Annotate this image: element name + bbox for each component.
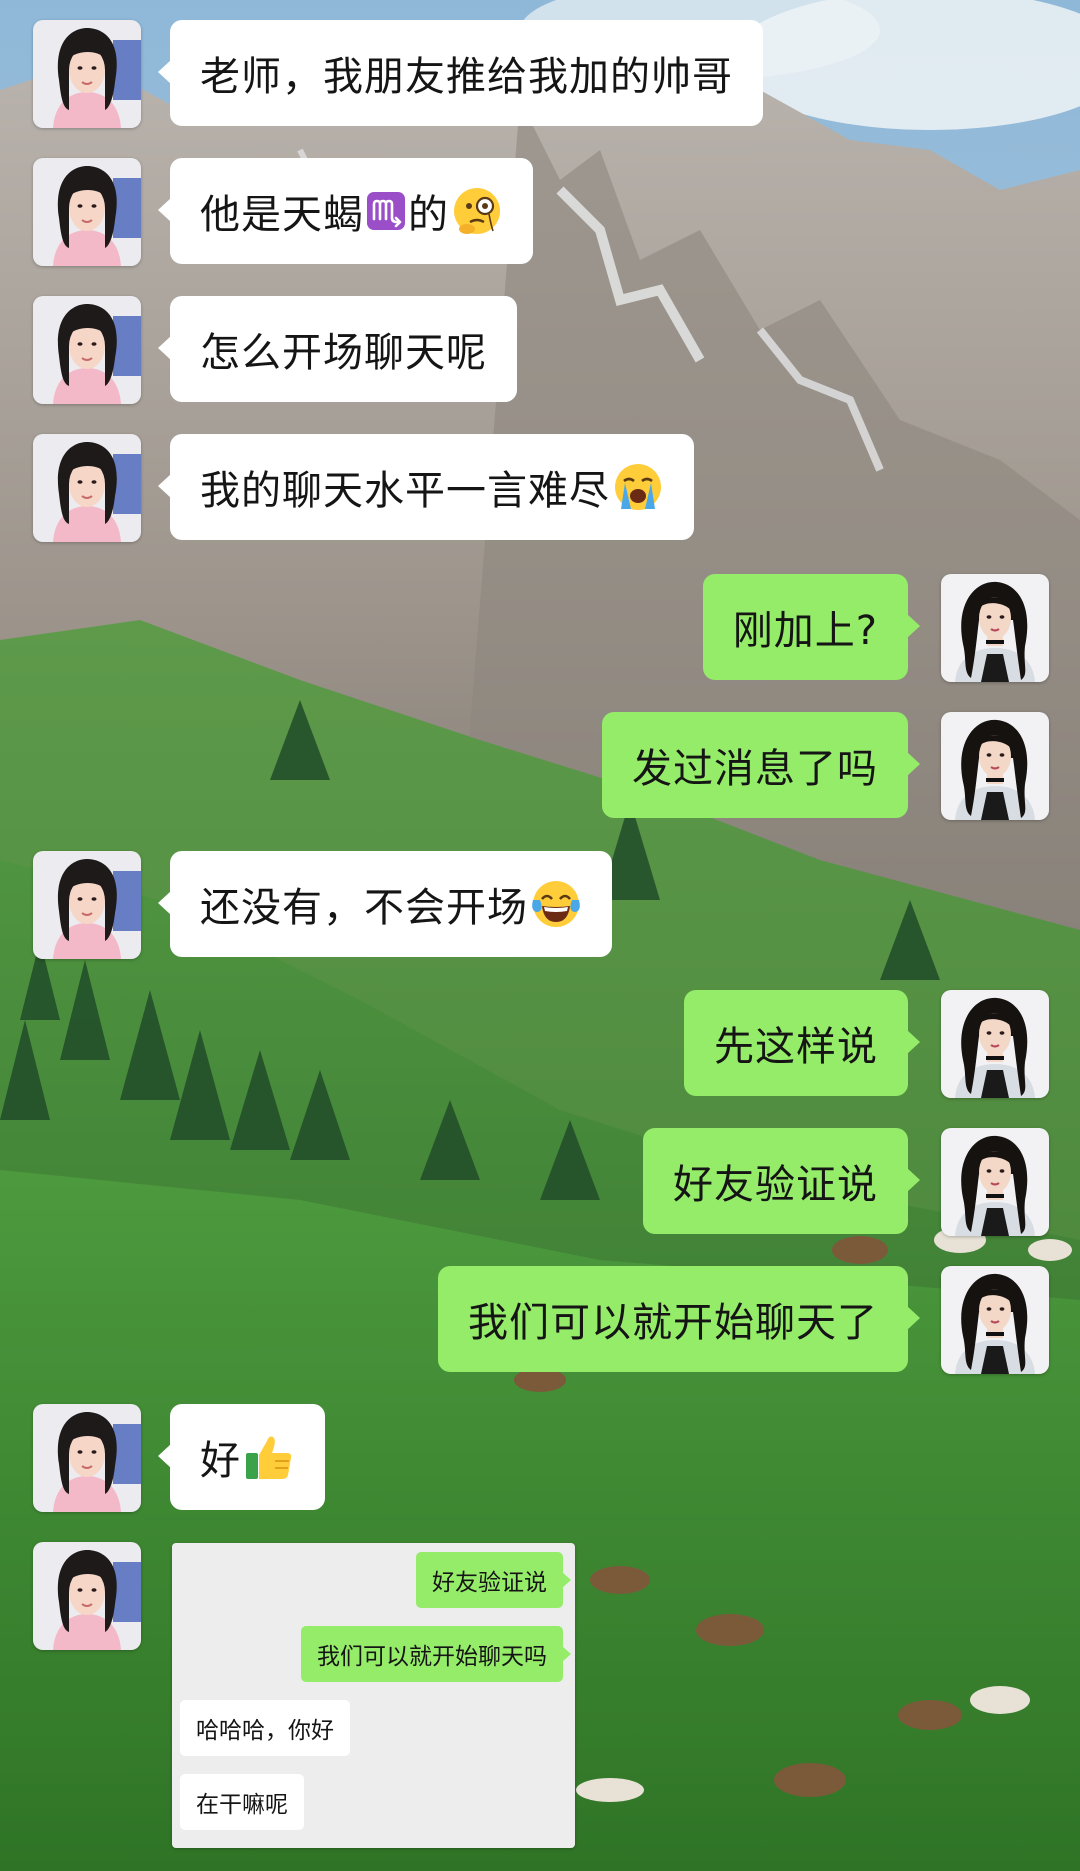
message-text: 好友验证说 (673, 1162, 878, 1208)
message-text: 我们可以就开始聊天了 (468, 1300, 878, 1346)
message-bubble[interactable]: 我的聊天水平一言难尽 (170, 434, 694, 540)
bubble-tail (907, 1306, 920, 1330)
screenshot-message-text: 我们可以就开始聊天吗 (317, 1644, 547, 1670)
avatar[interactable] (33, 158, 141, 266)
message-text: 刚加上? (732, 608, 878, 654)
scorpio-sign-icon (366, 191, 406, 231)
message-row: 先这样说 (0, 990, 1080, 1100)
message-text: 发过消息了吗 (632, 746, 878, 792)
message-row: 刚加上? (0, 574, 1080, 684)
message-row: 他是天蝎 的 (0, 158, 1080, 268)
avatar[interactable] (941, 1128, 1049, 1236)
message-bubble[interactable]: 怎么开场聊天呢 (170, 296, 517, 402)
screenshot-received-bubble: 哈哈哈，你好 (180, 1700, 350, 1756)
screenshot-sent-bubble: 我们可以就开始聊天吗 (301, 1626, 563, 1682)
message-row: 发过消息了吗 (0, 712, 1080, 822)
avatar[interactable] (33, 1404, 141, 1512)
avatar[interactable] (33, 851, 141, 959)
message-bubble[interactable]: 好 (170, 1404, 325, 1510)
message-bubble[interactable]: 好友验证说 (643, 1128, 908, 1234)
message-bubble[interactable]: 还没有，不会开场 (170, 851, 612, 957)
screenshot-received-bubble: 在干嘛呢 (180, 1774, 304, 1830)
message-row: 好友验证说 (0, 1128, 1080, 1238)
avatar[interactable] (941, 990, 1049, 1098)
thumbs-up-emoji (243, 1431, 295, 1483)
message-row: 老师，我朋友推给我加的帅哥 (0, 20, 1080, 130)
screenshot-sent-bubble: 好友验证说 (416, 1552, 563, 1608)
bubble-tail (907, 1030, 920, 1054)
message-text: 他是天蝎 (200, 192, 364, 238)
message-text: 我的聊天水平一言难尽 (200, 468, 610, 514)
message-text: 还没有，不会开场 (200, 885, 528, 931)
message-row: 好 (0, 1404, 1080, 1514)
monocle-face-emoji (451, 185, 503, 237)
message-text: 先这样说 (714, 1024, 878, 1070)
avatar[interactable] (941, 574, 1049, 682)
screenshot-message-text: 哈哈哈，你好 (196, 1718, 334, 1744)
message-bubble[interactable]: 发过消息了吗 (602, 712, 908, 818)
bubble-tail (907, 1168, 920, 1192)
message-row: 我们可以就开始聊天了 (0, 1266, 1080, 1376)
message-row: 我的聊天水平一言难尽 (0, 434, 1080, 544)
bubble-tail (907, 614, 920, 638)
message-text: 怎么开场聊天呢 (200, 330, 487, 376)
chat-screenshot-image[interactable]: 好友验证说 我们可以就开始聊天吗 哈哈哈，你好 在干嘛呢 (172, 1543, 575, 1848)
screenshot-message-text: 好友验证说 (432, 1570, 547, 1596)
bubble-tail (562, 1572, 571, 1588)
bubble-tail (562, 1646, 571, 1662)
avatar[interactable] (33, 1542, 141, 1650)
bubble-tail (907, 752, 920, 776)
avatar[interactable] (33, 296, 141, 404)
loudly-crying-emoji (612, 461, 664, 513)
message-text: 好 (200, 1438, 241, 1484)
message-bubble[interactable]: 老师，我朋友推给我加的帅哥 (170, 20, 763, 126)
message-row: 还没有，不会开场 (0, 851, 1080, 961)
avatar[interactable] (941, 1266, 1049, 1374)
message-bubble[interactable]: 他是天蝎 的 (170, 158, 533, 264)
message-bubble[interactable]: 我们可以就开始聊天了 (438, 1266, 908, 1372)
avatar[interactable] (941, 712, 1049, 820)
avatar[interactable] (33, 20, 141, 128)
message-text: 老师，我朋友推给我加的帅哥 (200, 54, 733, 100)
tears-of-joy-emoji (530, 878, 582, 930)
avatar[interactable] (33, 434, 141, 542)
screenshot-message-text: 在干嘛呢 (196, 1792, 288, 1818)
message-bubble[interactable]: 刚加上? (702, 574, 908, 680)
message-bubble[interactable]: 先这样说 (684, 990, 908, 1096)
message-row: 怎么开场聊天呢 (0, 296, 1080, 406)
message-text: 的 (408, 192, 449, 238)
